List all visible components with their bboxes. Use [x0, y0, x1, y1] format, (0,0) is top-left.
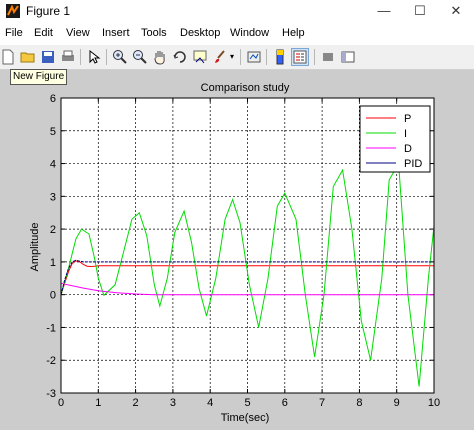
- hide-plot-tools-icon[interactable]: [320, 49, 336, 65]
- x-tick-label: 5: [244, 397, 250, 409]
- show-plot-tools-icon[interactable]: [340, 49, 356, 65]
- brush-dropdown-arrow[interactable]: ▾: [228, 49, 236, 65]
- menu-desktop[interactable]: Desktop: [180, 27, 220, 39]
- y-tick-label: 5: [50, 126, 56, 138]
- window-titlebar: Figure 1 — ☐ ✕: [0, 0, 474, 22]
- menu-help[interactable]: Help: [282, 27, 305, 39]
- menu-insert[interactable]: Insert: [102, 27, 130, 39]
- toolbar-separator: [80, 49, 81, 65]
- toolbar-separator: [240, 49, 241, 65]
- y-tick-label: -3: [46, 388, 56, 400]
- x-tick-label: 0: [58, 397, 64, 409]
- menu-edit[interactable]: Edit: [34, 27, 53, 39]
- print-icon[interactable]: [60, 49, 76, 65]
- y-tick-label: 4: [50, 159, 56, 171]
- legend-label-p: P: [404, 113, 411, 125]
- menu-tools[interactable]: Tools: [141, 27, 167, 39]
- legend-icon[interactable]: [291, 48, 309, 66]
- menu-bar: File Edit View Insert Tools Desktop Wind…: [0, 25, 474, 43]
- new-figure-icon[interactable]: [0, 49, 16, 65]
- minimize-button[interactable]: —: [366, 0, 402, 22]
- x-tick-label: 3: [170, 397, 176, 409]
- brush-icon[interactable]: [212, 49, 228, 65]
- x-tick-label: 4: [207, 397, 213, 409]
- y-tick-label: -1: [46, 322, 56, 334]
- y-axis-label: Amplitude: [29, 223, 41, 272]
- open-file-icon[interactable]: [20, 49, 36, 65]
- link-plot-icon[interactable]: [246, 49, 262, 65]
- menu-file[interactable]: File: [5, 27, 23, 39]
- colorbar-icon[interactable]: [272, 49, 288, 65]
- zoom-out-icon[interactable]: [132, 49, 148, 65]
- figure-toolbar: ▾: [0, 45, 474, 70]
- pointer-arrow-icon[interactable]: [86, 49, 102, 65]
- rotate-3d-icon[interactable]: [172, 49, 188, 65]
- menu-view[interactable]: View: [66, 27, 90, 39]
- y-tick-label: 3: [50, 191, 56, 203]
- toolbar-separator: [314, 49, 315, 65]
- legend[interactable]: PID PID: [359, 105, 431, 173]
- matlab-app-icon: [6, 4, 20, 18]
- maximize-button[interactable]: ☐: [402, 0, 438, 22]
- x-tick-label: 1: [95, 397, 101, 409]
- y-tick-label: 2: [50, 224, 56, 236]
- x-tick-label: 6: [282, 397, 288, 409]
- legend-label-i: I: [404, 128, 407, 140]
- y-tick-label: 0: [50, 290, 56, 302]
- figure-area: 0 1 2 3 4 5 6 7 8 9 10 -3 -2 -1 0 1 2 3 4 5 6 Comparison stu…: [0, 70, 474, 430]
- y-tick-label: 1: [50, 257, 56, 269]
- plot-svg: 0 1 2 3 4 5 6 7 8 9 10 -3 -2 -1 0 1 2 3 4 5 6 Comparison stu…: [29, 82, 440, 424]
- menu-window[interactable]: Window: [230, 27, 269, 39]
- y-tick-label: -2: [46, 355, 56, 367]
- save-icon[interactable]: [40, 49, 56, 65]
- close-button[interactable]: ✕: [438, 0, 474, 22]
- x-axis-label: Time(sec): [221, 412, 269, 424]
- legend-label-d: D: [404, 143, 412, 155]
- new-figure-tooltip: New Figure: [10, 69, 68, 85]
- x-tick-label: 2: [133, 397, 139, 409]
- y-tick-label: 6: [50, 93, 56, 105]
- data-cursor-icon[interactable]: [192, 49, 208, 65]
- toolbar-separator: [266, 49, 267, 65]
- x-tick-label: 8: [356, 397, 362, 409]
- x-tick-label: 7: [319, 397, 325, 409]
- chart-title: Comparison study: [201, 82, 290, 94]
- x-tick-label: 9: [394, 397, 400, 409]
- toolbar-separator: [106, 49, 107, 65]
- pan-hand-icon[interactable]: [152, 49, 168, 65]
- zoom-in-icon[interactable]: [112, 49, 128, 65]
- x-tick-label: 10: [428, 397, 440, 409]
- window-title: Figure 1: [26, 4, 71, 18]
- legend-label-pid: PID: [404, 158, 422, 170]
